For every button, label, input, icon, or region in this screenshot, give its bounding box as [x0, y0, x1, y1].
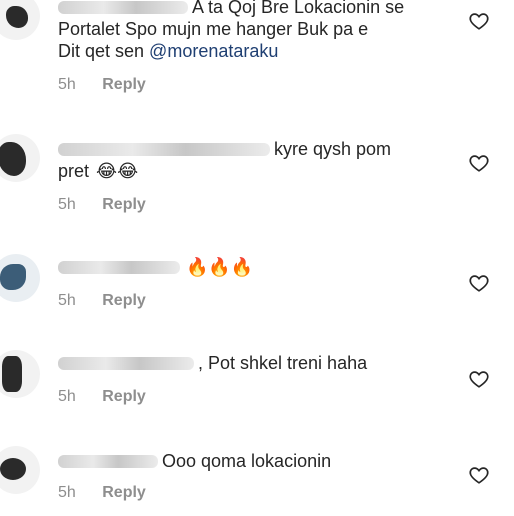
comment-text-line: A ta Qoj Bre Lokacionin se [192, 0, 405, 17]
redacted-username [58, 455, 158, 468]
comment-item: A ta Qoj Bre Lokacionin se Portalet Spo … [0, 0, 514, 110]
comment-item: Ooo qoma lokacionin 5h Reply [0, 436, 514, 516]
laughing-emoji: 😂😂 [96, 161, 139, 181]
avatar[interactable] [0, 446, 40, 494]
comment-item: kyre qysh pom pret 😂😂 5h Reply [0, 128, 514, 228]
comment-text-line: Ooo qoma lokacionin [162, 451, 332, 471]
reply-button[interactable]: Reply [102, 76, 146, 93]
comment-text-line: pret [58, 161, 90, 181]
reply-button[interactable]: Reply [102, 388, 146, 405]
comment-text: 🔥🔥🔥 [58, 256, 438, 278]
reply-button[interactable]: Reply [102, 292, 146, 309]
avatar[interactable] [0, 134, 40, 182]
heart-icon[interactable] [468, 464, 490, 486]
comment-text: kyre qysh pom pret 😂😂 [58, 138, 438, 182]
comment-time: 5h [58, 292, 76, 309]
comment-meta: 5h Reply [58, 388, 146, 406]
comment-text-line: Dit qet sen [58, 41, 150, 61]
comment-text-line: kyre qysh pom [274, 139, 392, 159]
comment-text: A ta Qoj Bre Lokacionin se Portalet Spo … [58, 0, 438, 62]
comment-time: 5h [58, 196, 76, 213]
comment-text: , Pot shkel treni haha [58, 352, 438, 374]
comment-meta: 5h Reply [58, 76, 146, 94]
redacted-username [58, 261, 180, 274]
redacted-username [58, 1, 188, 14]
comment-item: 🔥🔥🔥 5h Reply [0, 244, 514, 324]
comment-time: 5h [58, 484, 76, 501]
fire-emoji: 🔥🔥🔥 [186, 257, 254, 277]
comment-text: Ooo qoma lokacionin [58, 450, 438, 472]
avatar[interactable] [0, 0, 40, 40]
heart-icon[interactable] [468, 272, 490, 294]
redacted-username [58, 357, 194, 370]
comment-text-line: , Pot shkel treni haha [198, 353, 368, 373]
heart-icon[interactable] [468, 152, 490, 174]
comment-meta: 5h Reply [58, 196, 146, 214]
redacted-username [58, 143, 270, 156]
mention-link[interactable]: @morenataraku [149, 41, 278, 61]
comment-time: 5h [58, 388, 76, 405]
avatar[interactable] [0, 350, 40, 398]
comment-item: , Pot shkel treni haha 5h Reply [0, 340, 514, 420]
avatar[interactable] [0, 254, 40, 302]
comment-meta: 5h Reply [58, 484, 146, 502]
reply-button[interactable]: Reply [102, 484, 146, 501]
comment-time: 5h [58, 76, 76, 93]
heart-icon[interactable] [468, 10, 490, 32]
heart-icon[interactable] [468, 368, 490, 390]
reply-button[interactable]: Reply [102, 196, 146, 213]
comment-text-line: Portalet Spo mujn me hanger Buk pa e [58, 19, 369, 39]
comment-meta: 5h Reply [58, 292, 146, 310]
